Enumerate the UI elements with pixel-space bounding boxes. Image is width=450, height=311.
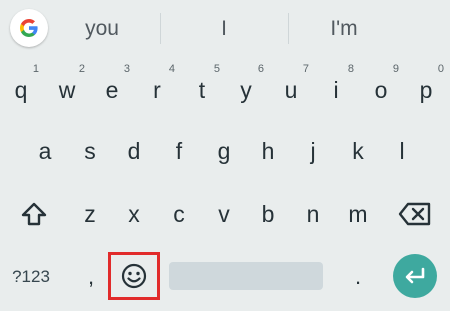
- suggestion-i[interactable]: I: [180, 0, 268, 57]
- key-label: v: [218, 201, 230, 227]
- key-number-hint: 3: [123, 63, 130, 75]
- key-x[interactable]: x: [112, 190, 156, 238]
- key-d[interactable]: d: [112, 127, 156, 175]
- key-label: a: [38, 138, 52, 164]
- key-label: g: [217, 138, 231, 164]
- key-n[interactable]: n: [291, 190, 335, 238]
- key-r[interactable]: r4: [135, 63, 179, 114]
- backspace-key[interactable]: [390, 190, 440, 238]
- suggestion-you[interactable]: you: [58, 0, 146, 57]
- suggestion-divider: [160, 13, 161, 44]
- key-w[interactable]: w2: [45, 63, 89, 114]
- key-number-hint: 1: [32, 63, 39, 75]
- shift-icon: [21, 202, 47, 226]
- key-number-hint: 6: [257, 63, 264, 75]
- shift-key[interactable]: [12, 190, 56, 238]
- key-label: k: [352, 138, 364, 164]
- google-g-icon: [20, 19, 38, 37]
- key-u[interactable]: u7: [269, 63, 313, 114]
- google-search-button[interactable]: [10, 9, 48, 47]
- key-label: s: [84, 138, 96, 164]
- suggestion-strip: you I I'm: [0, 0, 450, 57]
- suggestion-divider: [288, 13, 289, 44]
- key-label: b: [261, 201, 275, 227]
- key-label: f: [175, 138, 183, 164]
- emoji-icon: [121, 263, 147, 289]
- key-l[interactable]: l: [380, 127, 424, 175]
- key-number-hint: 2: [78, 63, 85, 75]
- key-number-hint: 9: [392, 63, 399, 75]
- key-label: m: [348, 201, 368, 227]
- key-i[interactable]: i8: [314, 63, 358, 114]
- key-label: z: [84, 201, 96, 227]
- key-m[interactable]: m: [336, 190, 380, 238]
- backspace-icon: [398, 202, 431, 226]
- key-e[interactable]: e3: [90, 63, 134, 114]
- key-p[interactable]: p0: [404, 63, 448, 114]
- key-v[interactable]: v: [202, 190, 246, 238]
- key-k[interactable]: k: [336, 127, 380, 175]
- key-label: l: [399, 138, 405, 164]
- symbols-key[interactable]: ?123: [6, 255, 56, 299]
- key-label: h: [261, 138, 275, 164]
- key-j[interactable]: j: [291, 127, 335, 175]
- key-b[interactable]: b: [246, 190, 290, 238]
- key-o[interactable]: o9: [359, 63, 403, 114]
- key-label: x: [128, 201, 140, 227]
- key-h[interactable]: h: [246, 127, 290, 175]
- key-t[interactable]: t5: [180, 63, 224, 114]
- suggestion-im[interactable]: I'm: [300, 0, 388, 57]
- key-label: n: [306, 201, 320, 227]
- enter-key[interactable]: [393, 254, 437, 298]
- key-f[interactable]: f: [157, 127, 201, 175]
- key-number-hint: 0: [437, 63, 444, 75]
- emoji-key[interactable]: [108, 252, 160, 300]
- key-a[interactable]: a: [23, 127, 67, 175]
- period-key[interactable]: .: [345, 255, 371, 299]
- key-y[interactable]: y6: [224, 63, 268, 114]
- enter-icon: [405, 267, 425, 284]
- key-z[interactable]: z: [68, 190, 112, 238]
- comma-key[interactable]: ,: [76, 255, 106, 299]
- key-label: j: [310, 138, 316, 164]
- key-label: c: [173, 201, 185, 227]
- key-g[interactable]: g: [202, 127, 246, 175]
- key-number-hint: 4: [168, 63, 175, 75]
- key-q[interactable]: q1: [0, 63, 43, 114]
- key-number-hint: 5: [213, 63, 220, 75]
- key-number-hint: 8: [347, 63, 354, 75]
- key-number-hint: 7: [302, 63, 309, 75]
- space-bar[interactable]: [169, 262, 323, 290]
- key-s[interactable]: s: [68, 127, 112, 175]
- key-c[interactable]: c: [157, 190, 201, 238]
- key-label: d: [127, 138, 141, 164]
